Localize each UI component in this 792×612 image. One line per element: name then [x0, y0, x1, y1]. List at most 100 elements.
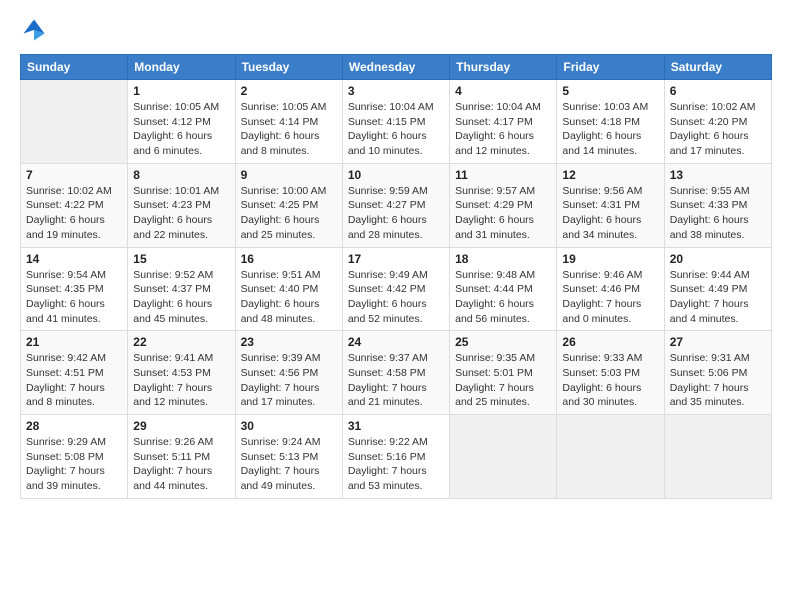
day-cell: 11Sunrise: 9:57 AMSunset: 4:29 PMDayligh…	[450, 163, 557, 247]
day-info: Sunrise: 9:55 AMSunset: 4:33 PMDaylight:…	[670, 184, 766, 243]
day-info: Sunrise: 9:48 AMSunset: 4:44 PMDaylight:…	[455, 268, 551, 327]
day-cell: 17 Sunrise: 9:49 AMSunset: 4:42 PMDayligh…	[342, 247, 449, 331]
day-info: Sunrise: 9:41 AMSunset: 4:53 PMDaylight:…	[133, 351, 229, 410]
day-info: Sunrise: 9:56 AMSunset: 4:31 PMDaylight:…	[562, 184, 658, 243]
day-info: Sunrise: 9:31 AMSunset: 5:06 PMDaylight:…	[670, 351, 766, 410]
day-number: 1	[133, 84, 229, 98]
day-info: Sunrise: 9:51 AMSunset: 4:40 PMDaylight:…	[241, 268, 337, 327]
week-row-1: 1 Sunrise: 10:05 AMSunset: 4:12 PMDayligh…	[21, 80, 772, 164]
day-info: Sunrise: 9:59 AMSunset: 4:27 PMDaylight:…	[348, 184, 444, 243]
day-info: Sunrise: 10:05 AMSunset: 4:12 PMDaylight…	[133, 100, 229, 159]
day-cell: 2 Sunrise: 10:05 AMSunset: 4:14 PMDayligh…	[235, 80, 342, 164]
day-number: 8	[133, 168, 229, 182]
day-number: 6	[670, 84, 766, 98]
day-number: 28	[26, 419, 122, 433]
calendar-table: SundayMondayTuesdayWednesdayThursdayFrid…	[20, 54, 772, 499]
day-info: Sunrise: 9:37 AMSunset: 4:58 PMDaylight:…	[348, 351, 444, 410]
day-info: Sunrise: 10:04 AMSunset: 4:15 PMDaylight…	[348, 100, 444, 159]
day-cell: 30 Sunrise: 9:24 AMSunset: 5:13 PMDayligh…	[235, 415, 342, 499]
day-info: Sunrise: 9:46 AMSunset: 4:46 PMDaylight:…	[562, 268, 658, 327]
day-cell: 3 Sunrise: 10:04 AMSunset: 4:15 PMDayligh…	[342, 80, 449, 164]
day-number: 22	[133, 335, 229, 349]
day-number: 18	[455, 252, 551, 266]
calendar-header: SundayMondayTuesdayWednesdayThursdayFrid…	[21, 55, 772, 80]
day-number: 4	[455, 84, 551, 98]
day-info: Sunrise: 9:33 AMSunset: 5:03 PMDaylight:…	[562, 351, 658, 410]
day-number: 29	[133, 419, 229, 433]
day-cell: 14Sunrise: 9:54 AMSunset: 4:35 PMDayligh…	[21, 247, 128, 331]
day-cell: 15 Sunrise: 9:52 AMSunset: 4:37 PMDayligh…	[128, 247, 235, 331]
day-info: Sunrise: 9:22 AMSunset: 5:16 PMDaylight:…	[348, 435, 444, 494]
day-number: 19	[562, 252, 658, 266]
day-number: 3	[348, 84, 444, 98]
day-number: 7	[26, 168, 122, 182]
day-number: 26	[562, 335, 658, 349]
day-cell: 16 Sunrise: 9:51 AMSunset: 4:40 PMDayligh…	[235, 247, 342, 331]
day-header-saturday: Saturday	[664, 55, 771, 80]
week-row-4: 21 Sunrise: 9:42 AMSunset: 4:51 PMDayligh…	[21, 331, 772, 415]
day-number: 30	[241, 419, 337, 433]
day-cell: 23 Sunrise: 9:39 AMSunset: 4:56 PMDayligh…	[235, 331, 342, 415]
day-cell	[664, 415, 771, 499]
day-info: Sunrise: 9:52 AMSunset: 4:37 PMDaylight:…	[133, 268, 229, 327]
day-header-tuesday: Tuesday	[235, 55, 342, 80]
day-cell: 1 Sunrise: 10:05 AMSunset: 4:12 PMDayligh…	[128, 80, 235, 164]
day-info: Sunrise: 9:57 AMSunset: 4:29 PMDaylight:…	[455, 184, 551, 243]
day-info: Sunrise: 9:24 AMSunset: 5:13 PMDaylight:…	[241, 435, 337, 494]
day-info: Sunrise: 10:02 AMSunset: 4:20 PMDaylight…	[670, 100, 766, 159]
day-info: Sunrise: 9:42 AMSunset: 4:51 PMDaylight:…	[26, 351, 122, 410]
day-number: 27	[670, 335, 766, 349]
day-cell: 6 Sunrise: 10:02 AMSunset: 4:20 PMDayligh…	[664, 80, 771, 164]
day-header-sunday: Sunday	[21, 55, 128, 80]
logo	[20, 16, 52, 44]
week-row-2: 7 Sunrise: 10:02 AMSunset: 4:22 PMDayligh…	[21, 163, 772, 247]
header	[20, 16, 772, 44]
day-cell: 8 Sunrise: 10:01 AMSunset: 4:23 PMDayligh…	[128, 163, 235, 247]
day-number: 12	[562, 168, 658, 182]
day-cell: 27 Sunrise: 9:31 AMSunset: 5:06 PMDayligh…	[664, 331, 771, 415]
day-cell: 21 Sunrise: 9:42 AMSunset: 4:51 PMDayligh…	[21, 331, 128, 415]
day-number: 25	[455, 335, 551, 349]
day-info: Sunrise: 10:01 AMSunset: 4:23 PMDaylight…	[133, 184, 229, 243]
day-header-friday: Friday	[557, 55, 664, 80]
day-number: 10	[348, 168, 444, 182]
day-number: 17	[348, 252, 444, 266]
week-row-3: 14Sunrise: 9:54 AMSunset: 4:35 PMDayligh…	[21, 247, 772, 331]
day-info: Sunrise: 9:29 AMSunset: 5:08 PMDaylight:…	[26, 435, 122, 494]
day-cell: 10 Sunrise: 9:59 AMSunset: 4:27 PMDayligh…	[342, 163, 449, 247]
day-info: Sunrise: 10:00 AMSunset: 4:25 PMDaylight…	[241, 184, 337, 243]
day-info: Sunrise: 10:03 AMSunset: 4:18 PMDaylight…	[562, 100, 658, 159]
day-number: 16	[241, 252, 337, 266]
day-number: 24	[348, 335, 444, 349]
day-cell: 24 Sunrise: 9:37 AMSunset: 4:58 PMDayligh…	[342, 331, 449, 415]
day-cell: 29 Sunrise: 9:26 AMSunset: 5:11 PMDayligh…	[128, 415, 235, 499]
day-number: 21	[26, 335, 122, 349]
day-number: 31	[348, 419, 444, 433]
day-cell: 13Sunrise: 9:55 AMSunset: 4:33 PMDayligh…	[664, 163, 771, 247]
day-info: Sunrise: 9:49 AMSunset: 4:42 PMDaylight:…	[348, 268, 444, 327]
day-cell: 19 Sunrise: 9:46 AMSunset: 4:46 PMDayligh…	[557, 247, 664, 331]
day-header-wednesday: Wednesday	[342, 55, 449, 80]
day-cell: 28 Sunrise: 9:29 AMSunset: 5:08 PMDayligh…	[21, 415, 128, 499]
day-cell: 22 Sunrise: 9:41 AMSunset: 4:53 PMDayligh…	[128, 331, 235, 415]
day-info: Sunrise: 9:44 AMSunset: 4:49 PMDaylight:…	[670, 268, 766, 327]
calendar-body: 1 Sunrise: 10:05 AMSunset: 4:12 PMDayligh…	[21, 80, 772, 499]
day-info: Sunrise: 10:04 AMSunset: 4:17 PMDaylight…	[455, 100, 551, 159]
day-cell: 5 Sunrise: 10:03 AMSunset: 4:18 PMDayligh…	[557, 80, 664, 164]
day-number: 9	[241, 168, 337, 182]
day-info: Sunrise: 10:02 AMSunset: 4:22 PMDaylight…	[26, 184, 122, 243]
day-cell: 4 Sunrise: 10:04 AMSunset: 4:17 PMDayligh…	[450, 80, 557, 164]
day-info: Sunrise: 9:54 AMSunset: 4:35 PMDaylight:…	[26, 268, 122, 327]
day-number: 20	[670, 252, 766, 266]
day-number: 23	[241, 335, 337, 349]
day-info: Sunrise: 9:35 AMSunset: 5:01 PMDaylight:…	[455, 351, 551, 410]
day-info: Sunrise: 10:05 AMSunset: 4:14 PMDaylight…	[241, 100, 337, 159]
day-info: Sunrise: 9:39 AMSunset: 4:56 PMDaylight:…	[241, 351, 337, 410]
day-cell: 9 Sunrise: 10:00 AMSunset: 4:25 PMDayligh…	[235, 163, 342, 247]
day-number: 15	[133, 252, 229, 266]
day-info: Sunrise: 9:26 AMSunset: 5:11 PMDaylight:…	[133, 435, 229, 494]
day-cell: 7 Sunrise: 10:02 AMSunset: 4:22 PMDayligh…	[21, 163, 128, 247]
day-number: 5	[562, 84, 658, 98]
day-number: 2	[241, 84, 337, 98]
days-of-week-row: SundayMondayTuesdayWednesdayThursdayFrid…	[21, 55, 772, 80]
